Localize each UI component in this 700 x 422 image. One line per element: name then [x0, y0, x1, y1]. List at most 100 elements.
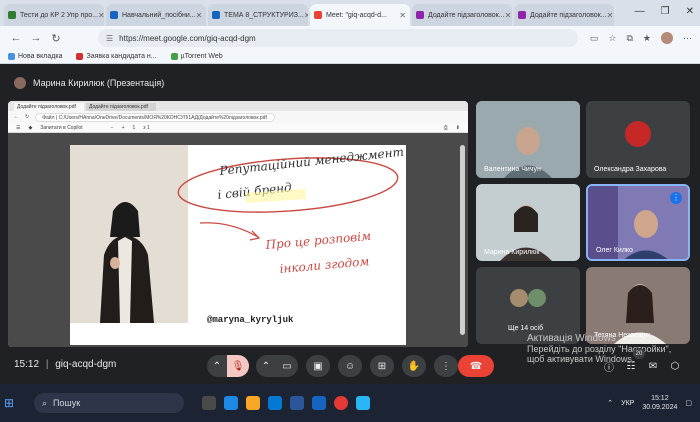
- participant-tile[interactable]: Олександра Захарова: [586, 101, 690, 178]
- bookmark-item[interactable]: Нова вкладка: [8, 53, 62, 60]
- mic-toggle-button[interactable]: 🎙: [227, 355, 249, 377]
- avatar: [528, 289, 546, 307]
- bookmark-item[interactable]: µTorrent Web: [170, 53, 223, 60]
- reload-icon[interactable]: ↻: [48, 32, 64, 45]
- pdf-toolbar: ☰ ◆ Запитати в Copilot − + 1 з 1 ⎙ ⬇: [8, 123, 468, 133]
- participant-tile[interactable]: Валентина Чичун: [476, 101, 580, 178]
- telegram-icon[interactable]: [356, 396, 370, 410]
- tab-favicon-icon: [416, 11, 424, 19]
- browser-tab[interactable]: Навчальний_посібни... ✕: [106, 4, 206, 26]
- close-window-icon[interactable]: ✕: [686, 6, 694, 17]
- participant-name: Марина Кирилюк: [484, 249, 540, 256]
- presenter-label: Марина Кирилюк (Презентація): [33, 78, 165, 88]
- browser-tab[interactable]: Додайте підзаголовок... ✕: [514, 4, 614, 26]
- site-info-icon[interactable]: ☰: [106, 34, 113, 43]
- bookmarks-bar: Нова вкладка Заявка кандидата н... µTorr…: [0, 50, 700, 64]
- close-icon[interactable]: ✕: [98, 11, 104, 20]
- chevron-up-icon: ⌃: [212, 360, 222, 372]
- taskbar-search-input[interactable]: ⌕ Пошук: [34, 393, 184, 413]
- favorites-icon[interactable]: ★: [643, 33, 651, 44]
- close-icon[interactable]: ✕: [304, 11, 308, 20]
- forward-icon[interactable]: →: [28, 32, 44, 44]
- emoji-button[interactable]: ☺: [338, 355, 362, 377]
- store-icon[interactable]: [268, 396, 282, 410]
- shared-tab-strip: Додайте підзаголовок.pdf Додайте підзаго…: [8, 101, 468, 111]
- hand-icon: ✋: [407, 360, 421, 372]
- meeting-info: 15:12 | giq-acqd-dgm: [14, 359, 117, 370]
- close-icon[interactable]: ✕: [505, 11, 512, 20]
- save-icon: ⬇: [455, 124, 460, 131]
- mic-off-icon: 🎙: [231, 360, 245, 372]
- clock[interactable]: 15:12 30.09.2024: [642, 394, 677, 412]
- tab-favicon-icon: [518, 11, 526, 19]
- participant-name: Валентина Чичун: [484, 166, 541, 173]
- more-options-button[interactable]: ⋮: [434, 355, 458, 377]
- edge-icon[interactable]: [224, 396, 238, 410]
- minimize-icon[interactable]: —: [635, 6, 645, 17]
- instagram-handle: @maryna_kyryljuk: [207, 315, 294, 325]
- present-button[interactable]: ⊞: [370, 355, 394, 377]
- task-view-icon[interactable]: [202, 396, 216, 410]
- windows-start-icon[interactable]: ⊞: [4, 396, 28, 410]
- participant-name: Олег Килко: [596, 247, 633, 254]
- close-icon[interactable]: ✕: [196, 11, 203, 20]
- info-button[interactable]: ⓘ: [600, 355, 618, 377]
- close-icon[interactable]: ✕: [607, 11, 614, 20]
- raise-hand-button[interactable]: ✋: [402, 355, 426, 377]
- bookmark-item[interactable]: Заявка кандидата н...: [76, 53, 157, 60]
- browser-tab[interactable]: ТЕМА 8_СТРУКТУРИЗ... ✕: [208, 4, 308, 26]
- back-icon[interactable]: ←: [8, 32, 24, 44]
- extensions-icon[interactable]: ⧉: [626, 33, 632, 44]
- chevron-up-icon: ⌃: [261, 360, 271, 372]
- activities-button[interactable]: ⬡: [666, 355, 684, 377]
- handwriting-2-line2: інколи згодом: [279, 254, 370, 276]
- participant-tile[interactable]: ⋮ Олег Килко: [586, 184, 690, 261]
- menu-icon[interactable]: ⋯: [683, 33, 692, 44]
- windows-taskbar: ⊞ ⌕ Пошук ⌃ УКР 15:12 30.09.2024 ▢: [0, 384, 700, 422]
- shared-address-bar: ← ↻ Файл | C:/Users/HAnna/OneDrive/Docum…: [8, 111, 468, 123]
- profile-avatar[interactable]: [661, 32, 673, 44]
- shared-url: Файл | C:/Users/HAnna/OneDrive/Documents…: [35, 112, 276, 122]
- language-indicator[interactable]: УКР: [621, 400, 634, 407]
- browser-tab[interactable]: Додайте підзаголовок... ✕: [412, 4, 512, 26]
- browser-tab[interactable]: Тести до КР 2 Упр про... ✕: [4, 4, 104, 26]
- handwriting-layer: Репутаційний менеджмент і свій бренд Про…: [177, 145, 404, 276]
- back-icon: ←: [14, 114, 19, 120]
- avatar: [625, 121, 651, 147]
- leave-call-button[interactable]: ☎: [458, 355, 494, 377]
- avatar: [14, 77, 26, 89]
- shared-screen[interactable]: Додайте підзаголовок.pdf Додайте підзаго…: [8, 101, 468, 347]
- bookmark-star-icon[interactable]: ☆: [608, 33, 616, 44]
- pdf-page: Репутаційний менеджмент і свій бренд Про…: [70, 145, 406, 345]
- camera-toggle-button[interactable]: ▭: [276, 355, 298, 377]
- chevron-up-icon[interactable]: ⌃: [607, 399, 613, 407]
- activities-icon: ⬡: [670, 360, 680, 372]
- app-icon[interactable]: [312, 396, 326, 410]
- print-icon: ⎙: [443, 124, 448, 131]
- page-of: з 1: [143, 124, 150, 131]
- file-explorer-icon[interactable]: [246, 396, 260, 410]
- mic-options-button[interactable]: ⌃: [207, 355, 227, 377]
- window-controls: — ❐ ✕: [635, 6, 694, 17]
- copilot-icon: ◆: [28, 124, 33, 131]
- word-icon[interactable]: [290, 396, 304, 410]
- browser-tab-active[interactable]: Meet: "giq-acqd-d... ✕: [310, 4, 410, 26]
- camera-options-button[interactable]: ⌃: [256, 355, 276, 377]
- participant-count-badge: 20: [633, 348, 645, 359]
- close-icon[interactable]: ✕: [399, 11, 406, 20]
- chrome-icon[interactable]: [334, 396, 348, 410]
- camera-indicator-icon[interactable]: ▭: [590, 33, 599, 44]
- reload-icon: ↻: [25, 114, 30, 120]
- copilot-label: Запитати в Copilot: [40, 124, 83, 131]
- url-input[interactable]: ☰ https://meet.google.com/giq-acqd-dgm: [98, 29, 578, 47]
- bookmark-icon: [76, 53, 84, 60]
- zoom-out-icon: −: [110, 124, 114, 131]
- participant-tile[interactable]: Марина Кирилюк: [476, 184, 580, 261]
- pdf-scrollbar[interactable]: [460, 145, 465, 335]
- more-options-icon[interactable]: ⋮: [670, 192, 682, 204]
- notifications-icon[interactable]: ▢: [685, 399, 692, 407]
- chat-button[interactable]: ✉: [644, 355, 662, 377]
- present-icon: ⊞: [377, 360, 387, 372]
- maximize-icon[interactable]: ❐: [661, 6, 670, 17]
- captions-button[interactable]: ▣: [306, 355, 330, 377]
